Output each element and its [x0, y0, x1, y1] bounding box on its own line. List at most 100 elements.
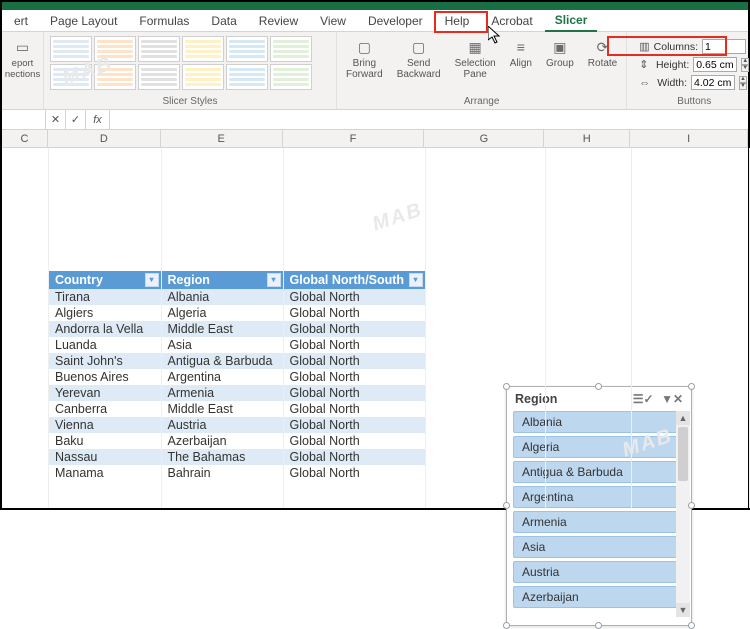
table-cell[interactable]: Algiers: [49, 305, 161, 321]
slicer-style-thumb[interactable]: [226, 36, 268, 62]
table-row[interactable]: AlgiersAlgeriaGlobal North: [49, 305, 425, 321]
table-cell[interactable]: Bahrain: [161, 465, 283, 481]
table-cell[interactable]: Manama: [49, 465, 161, 481]
table-row[interactable]: Saint John'sAntigua & BarbudaGlobal Nort…: [49, 353, 425, 369]
tab-data[interactable]: Data: [201, 11, 246, 31]
table-cell[interactable]: Global North: [283, 417, 425, 433]
selection-pane-button[interactable]: ▦Selection Pane: [452, 36, 499, 82]
table-cell[interactable]: The Bahamas: [161, 449, 283, 465]
align-button[interactable]: ≡Align: [507, 36, 535, 71]
group-button[interactable]: ▣Group: [543, 36, 577, 71]
clear-filter-icon[interactable]: ▼✕: [661, 392, 683, 406]
height-spinner[interactable]: ▲▼: [741, 58, 749, 72]
table-cell[interactable]: Canberra: [49, 401, 161, 417]
resize-handle[interactable]: [503, 502, 510, 509]
enter-button[interactable]: ✓: [66, 110, 86, 129]
slicer-item[interactable]: Austria: [513, 561, 685, 583]
column-header[interactable]: C: [2, 130, 48, 147]
height-input[interactable]: [693, 57, 737, 72]
resize-handle[interactable]: [503, 383, 510, 390]
table-cell[interactable]: Global North: [283, 465, 425, 481]
table-row[interactable]: CanberraMiddle EastGlobal North: [49, 401, 425, 417]
tab-ert[interactable]: ert: [4, 11, 38, 31]
table-cell[interactable]: Albania: [161, 289, 283, 305]
tab-page-layout[interactable]: Page Layout: [40, 11, 127, 31]
slicer-item[interactable]: Antigua & Barbuda: [513, 461, 685, 483]
slicer-style-thumb[interactable]: [138, 36, 180, 62]
table-cell[interactable]: Global North: [283, 433, 425, 449]
region-slicer[interactable]: Region ☰✓ ▼✕ AlbaniaAlgeriaAntigua & Bar…: [506, 386, 692, 626]
slicer-style-thumb[interactable]: [138, 64, 180, 90]
table-cell[interactable]: Baku: [49, 433, 161, 449]
table-row[interactable]: ManamaBahrainGlobal North: [49, 465, 425, 481]
table-cell[interactable]: Andorra la Vella: [49, 321, 161, 337]
table-cell[interactable]: Global North: [283, 353, 425, 369]
tab-acrobat[interactable]: Acrobat: [481, 11, 542, 31]
table-cell[interactable]: Antigua & Barbuda: [161, 353, 283, 369]
tab-view[interactable]: View: [310, 11, 356, 31]
slicer-item[interactable]: Algeria: [513, 436, 685, 458]
table-header[interactable]: Region▾: [161, 271, 283, 289]
bring-forward-button[interactable]: ▢Bring Forward: [343, 36, 386, 82]
tab-review[interactable]: Review: [249, 11, 308, 31]
resize-handle[interactable]: [688, 502, 695, 509]
table-cell[interactable]: Austria: [161, 417, 283, 433]
table-row[interactable]: NassauThe BahamasGlobal North: [49, 449, 425, 465]
table-cell[interactable]: Vienna: [49, 417, 161, 433]
resize-handle[interactable]: [595, 383, 602, 390]
table-row[interactable]: BakuAzerbaijanGlobal North: [49, 433, 425, 449]
table-cell[interactable]: Global North: [283, 305, 425, 321]
slicer-style-thumb[interactable]: [94, 64, 136, 90]
scroll-thumb[interactable]: [678, 427, 688, 481]
slicer-style-thumb[interactable]: [182, 36, 224, 62]
table-cell[interactable]: Nassau: [49, 449, 161, 465]
table-header[interactable]: Country▾: [49, 271, 161, 289]
slicer-item[interactable]: Azerbaijan: [513, 586, 685, 608]
slicer-style-thumb[interactable]: [270, 64, 312, 90]
columns-input[interactable]: [702, 39, 746, 54]
slicer-item[interactable]: Asia: [513, 536, 685, 558]
column-header[interactable]: H: [544, 130, 630, 147]
resize-handle[interactable]: [688, 383, 695, 390]
tab-help[interactable]: Help: [435, 11, 480, 31]
cancel-button[interactable]: ✕: [46, 110, 66, 129]
slicer-style-thumb[interactable]: [94, 36, 136, 62]
filter-dropdown-icon[interactable]: ▾: [409, 273, 423, 287]
width-input[interactable]: [691, 75, 735, 90]
tab-developer[interactable]: Developer: [358, 11, 433, 31]
filter-dropdown-icon[interactable]: ▾: [267, 273, 281, 287]
name-box[interactable]: [2, 110, 46, 129]
column-header[interactable]: G: [424, 130, 544, 147]
width-spinner[interactable]: ▲▼: [739, 76, 747, 90]
table-cell[interactable]: Middle East: [161, 401, 283, 417]
slicer-item[interactable]: Albania: [513, 411, 685, 433]
filter-dropdown-icon[interactable]: ▾: [145, 273, 159, 287]
report-connections-button[interactable]: ▭ eport nections: [2, 36, 43, 82]
table-cell[interactable]: Argentina: [161, 369, 283, 385]
slicer-styles-gallery[interactable]: [50, 36, 330, 90]
column-header[interactable]: D: [48, 130, 161, 147]
cells-area[interactable]: Country▾Region▾Global North/South▾Tirana…: [2, 148, 748, 508]
send-backward-button[interactable]: ▢Send Backward: [394, 36, 444, 82]
slicer-style-thumb[interactable]: [50, 64, 92, 90]
table-cell[interactable]: Global North: [283, 385, 425, 401]
table-cell[interactable]: Middle East: [161, 321, 283, 337]
slicer-item[interactable]: Armenia: [513, 511, 685, 533]
table-row[interactable]: ViennaAustriaGlobal North: [49, 417, 425, 433]
table-row[interactable]: Andorra la VellaMiddle EastGlobal North: [49, 321, 425, 337]
table-row[interactable]: LuandaAsiaGlobal North: [49, 337, 425, 353]
rotate-button[interactable]: ⟳Rotate: [585, 36, 620, 71]
column-header[interactable]: F: [283, 130, 425, 147]
scroll-down-icon[interactable]: ▼: [676, 603, 690, 617]
table-cell[interactable]: Algeria: [161, 305, 283, 321]
column-header[interactable]: E: [161, 130, 283, 147]
resize-handle[interactable]: [595, 622, 602, 629]
column-header[interactable]: I: [630, 130, 748, 147]
table-cell[interactable]: Global North: [283, 449, 425, 465]
table-cell[interactable]: Buenos Aires: [49, 369, 161, 385]
table-cell[interactable]: Azerbaijan: [161, 433, 283, 449]
tab-slicer[interactable]: Slicer: [545, 10, 598, 32]
table-cell[interactable]: Global North: [283, 337, 425, 353]
table-cell[interactable]: Global North: [283, 401, 425, 417]
table-cell[interactable]: Armenia: [161, 385, 283, 401]
